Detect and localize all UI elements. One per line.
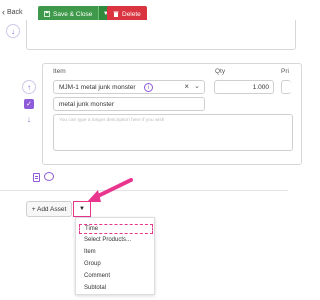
back-label: Back xyxy=(7,9,23,16)
description-placeholder: You can type a longer description here i… xyxy=(59,118,165,123)
menu-item-group[interactable]: Group xyxy=(84,261,101,267)
clear-icon[interactable]: × xyxy=(184,82,189,91)
item-column-label: Item xyxy=(53,68,66,75)
menu-item-item[interactable]: Item xyxy=(84,249,96,255)
back-button[interactable]: ‹ Back xyxy=(2,8,23,17)
qty-value: 1.000 xyxy=(252,83,269,91)
item-name-value: metal junk monster xyxy=(59,100,114,108)
row-checkbox[interactable]: ✓ xyxy=(24,99,34,109)
chevron-down-icon[interactable]: ⌄ xyxy=(194,82,200,90)
move-down-icon[interactable]: ↓ xyxy=(6,24,20,38)
section-divider xyxy=(0,190,288,191)
menu-item-comment[interactable]: Comment xyxy=(84,273,110,279)
item-select[interactable]: MJM-1 metal junk monster i × ⌄ xyxy=(53,80,205,94)
add-asset-label: + Add Asset xyxy=(31,205,67,213)
menu-item-subtotal[interactable]: Subtotal xyxy=(84,285,106,291)
move-down-icon[interactable]: ↓ xyxy=(22,114,36,124)
qty-input[interactable]: 1.000 xyxy=(214,80,274,94)
comment-icon[interactable] xyxy=(44,172,54,181)
qty-column-label: Qty xyxy=(215,68,226,75)
save-icon xyxy=(44,11,50,17)
previous-item-card xyxy=(26,20,296,50)
document-icon[interactable] xyxy=(33,173,40,182)
row-controls: ↑ ✓ ↓ xyxy=(22,80,36,124)
item-select-value: MJM-1 metal junk monster xyxy=(59,83,136,91)
trash-icon xyxy=(113,11,119,17)
add-asset-menu: Time Select Products... Item Group Comme… xyxy=(75,217,155,295)
save-close-label: Save & Close xyxy=(53,10,93,18)
chevron-left-icon: ‹ xyxy=(2,7,5,17)
move-up-icon[interactable]: ↑ xyxy=(22,80,36,94)
add-asset-button[interactable]: + Add Asset xyxy=(26,201,72,217)
item-name-input[interactable]: metal junk monster xyxy=(53,97,205,111)
delete-label: Delete xyxy=(122,10,141,18)
menu-item-select-products[interactable]: Select Products... xyxy=(84,237,131,243)
description-textarea[interactable]: You can type a longer description here i… xyxy=(53,114,293,151)
add-asset-dropdown-toggle[interactable]: ▼ xyxy=(73,201,91,217)
price-column-label: Pri xyxy=(281,68,289,75)
price-input[interactable] xyxy=(281,80,291,94)
menu-item-label: Time xyxy=(85,226,99,232)
menu-item-time[interactable]: Time xyxy=(79,224,153,234)
caret-down-icon: ▼ xyxy=(79,206,85,212)
info-icon[interactable]: i xyxy=(144,83,153,92)
